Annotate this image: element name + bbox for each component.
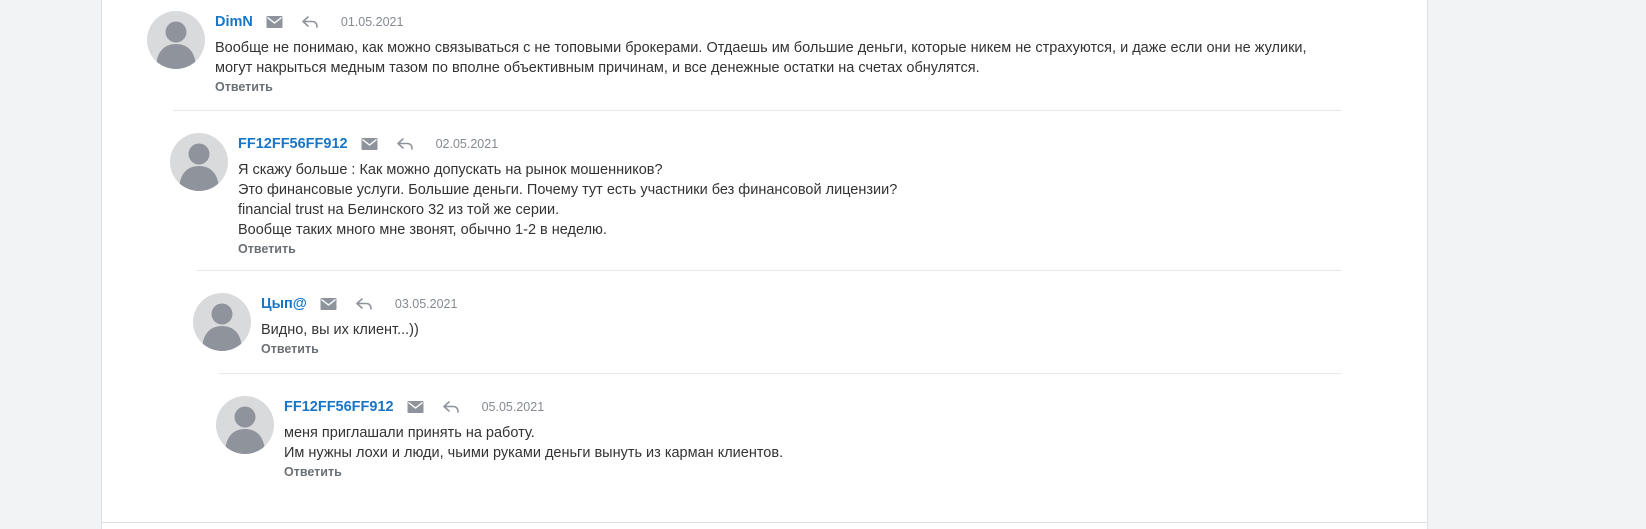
comment-body: Цып@ 03.05.2021 Видно, вы их клиент...))… [261, 293, 1343, 358]
reply-arrow-icon[interactable] [301, 15, 319, 29]
comment-text-line: financial trust на Белинского 32 из той … [238, 202, 560, 218]
comment-date: 02.05.2021 [435, 137, 499, 151]
envelope-icon[interactable] [266, 15, 283, 29]
author-link[interactable]: DimN [215, 14, 253, 30]
author-link[interactable]: FF12FF56FF912 [238, 136, 348, 152]
comment-divider [219, 373, 1341, 374]
reply-arrow-icon[interactable] [355, 297, 373, 311]
reply-arrow-icon[interactable] [396, 137, 414, 151]
comment-meta: Цып@ 03.05.2021 [261, 293, 1343, 315]
comment-text: меня приглашали принять на работу. Им ну… [284, 423, 1346, 463]
panel-bottom-border [101, 522, 1428, 523]
comment-text-line: Вообще таких много мне звонят, обычно 1-… [238, 222, 607, 238]
comment-text-line: могут накрыться медным тазом по вполне о… [215, 60, 980, 76]
comment-text-line: Видно, вы их клиент...)) [261, 322, 419, 338]
comment-date: 03.05.2021 [394, 297, 458, 311]
envelope-icon[interactable] [361, 137, 378, 151]
reply-arrow-icon[interactable] [442, 400, 460, 414]
avatar[interactable] [170, 133, 228, 191]
comment-divider [196, 270, 1341, 271]
comment-divider [173, 110, 1341, 111]
comment-text-line: Это финансовые услуги. Большие деньги. П… [238, 182, 898, 198]
reply-link[interactable]: Ответить [215, 80, 273, 94]
comment-meta: DimN 01.05.2021 [215, 11, 1347, 33]
default-user-avatar-icon [156, 21, 196, 69]
comment-body: FF12FF56FF912 02.05.2021 Я скажу больше … [238, 133, 1340, 258]
envelope-icon[interactable] [320, 297, 337, 311]
comment-text-line: Вообще не понимаю, как можно связываться… [215, 40, 1307, 56]
comment-text: Вообще не понимаю, как можно связываться… [215, 38, 1347, 78]
comment: FF12FF56FF912 02.05.2021 Я скажу больше … [170, 133, 1340, 263]
avatar[interactable] [216, 396, 274, 454]
comment-text-line: Им нужны лохи и люди, чьими руками деньг… [284, 445, 784, 461]
default-user-avatar-icon [225, 406, 265, 454]
comment-text-line: меня приглашали принять на работу. [284, 425, 535, 441]
comment-date: 01.05.2021 [340, 15, 404, 29]
default-user-avatar-icon [179, 143, 219, 191]
default-user-avatar-icon [202, 303, 242, 351]
page: DimN 01.05.2021 Вообще не понимаю, как м… [0, 0, 1646, 529]
author-link[interactable]: FF12FF56FF912 [284, 399, 394, 415]
comment: FF12FF56FF912 05.05.2021 меня приглашали… [216, 396, 1346, 486]
envelope-icon[interactable] [407, 400, 424, 414]
comment-body: FF12FF56FF912 05.05.2021 меня приглашали… [284, 396, 1346, 481]
comment-text: Я скажу больше : Как можно допускать на … [238, 160, 1340, 240]
reply-link[interactable]: Ответить [238, 242, 296, 256]
reply-link[interactable]: Ответить [261, 342, 319, 356]
avatar[interactable] [147, 11, 205, 69]
author-link[interactable]: Цып@ [261, 296, 307, 312]
comment-meta: FF12FF56FF912 02.05.2021 [238, 133, 1340, 155]
comment: Цып@ 03.05.2021 Видно, вы их клиент...))… [193, 293, 1343, 363]
comment-date: 05.05.2021 [481, 400, 545, 414]
comment-text-line: Я скажу больше : Как можно допускать на … [238, 162, 663, 178]
reply-link[interactable]: Ответить [284, 465, 342, 479]
avatar[interactable] [193, 293, 251, 351]
comment-text: Видно, вы их клиент...)) [261, 320, 1343, 340]
comment-meta: FF12FF56FF912 05.05.2021 [284, 396, 1346, 418]
comment: DimN 01.05.2021 Вообще не понимаю, как м… [147, 11, 1347, 101]
comment-body: DimN 01.05.2021 Вообще не понимаю, как м… [215, 11, 1347, 96]
